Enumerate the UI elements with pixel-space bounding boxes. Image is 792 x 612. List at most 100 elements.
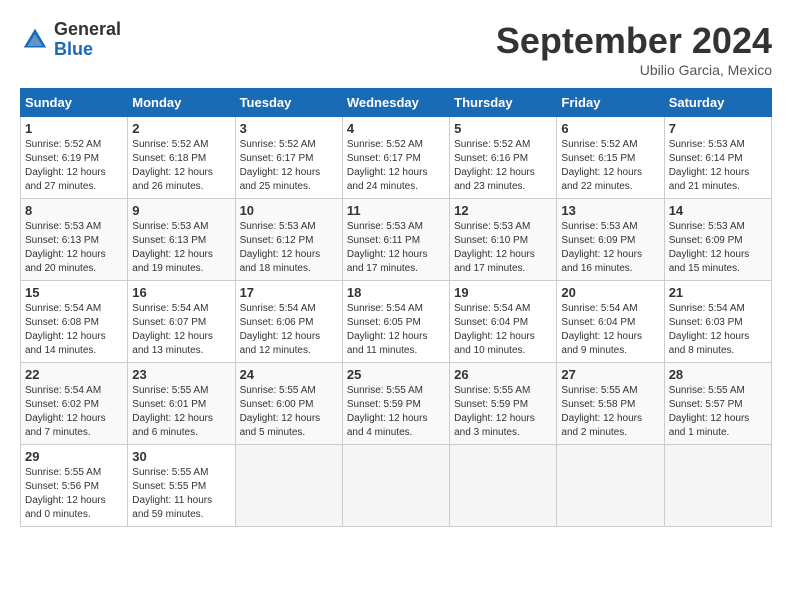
logo-blue: Blue <box>54 40 121 60</box>
cell-content: Sunrise: 5:54 AMSunset: 6:03 PMDaylight:… <box>669 303 750 356</box>
day-number: 4 <box>347 121 445 136</box>
day-number: 15 <box>25 285 123 300</box>
day-number: 25 <box>347 367 445 382</box>
day-number: 7 <box>669 121 767 136</box>
cell-content: Sunrise: 5:53 AMSunset: 6:13 PMDaylight:… <box>25 221 106 274</box>
cell-28: 28 Sunrise: 5:55 AMSunset: 5:57 PMDaylig… <box>664 363 771 445</box>
cell-empty-5 <box>664 445 771 527</box>
cell-13: 13 Sunrise: 5:53 AMSunset: 6:09 PMDaylig… <box>557 199 664 281</box>
cell-1: 1 Sunrise: 5:52 AMSunset: 6:19 PMDayligh… <box>21 117 128 199</box>
day-number: 30 <box>132 449 230 464</box>
cell-17: 17 Sunrise: 5:54 AMSunset: 6:06 PMDaylig… <box>235 281 342 363</box>
cell-7: 7 Sunrise: 5:53 AMSunset: 6:14 PMDayligh… <box>664 117 771 199</box>
cell-content: Sunrise: 5:52 AMSunset: 6:15 PMDaylight:… <box>561 139 642 192</box>
day-number: 11 <box>347 203 445 218</box>
cell-2: 2 Sunrise: 5:52 AMSunset: 6:18 PMDayligh… <box>128 117 235 199</box>
cell-content: Sunrise: 5:54 AMSunset: 6:07 PMDaylight:… <box>132 303 213 356</box>
cell-content: Sunrise: 5:52 AMSunset: 6:19 PMDaylight:… <box>25 139 106 192</box>
header-row: Sunday Monday Tuesday Wednesday Thursday… <box>21 89 772 117</box>
th-monday: Monday <box>128 89 235 117</box>
cell-empty-2 <box>342 445 449 527</box>
th-friday: Friday <box>557 89 664 117</box>
cell-12: 12 Sunrise: 5:53 AMSunset: 6:10 PMDaylig… <box>450 199 557 281</box>
cell-20: 20 Sunrise: 5:54 AMSunset: 6:04 PMDaylig… <box>557 281 664 363</box>
cell-content: Sunrise: 5:54 AMSunset: 6:04 PMDaylight:… <box>561 303 642 356</box>
logo-general: General <box>54 20 121 40</box>
day-number: 22 <box>25 367 123 382</box>
cell-content: Sunrise: 5:55 AMSunset: 5:55 PMDaylight:… <box>132 467 212 520</box>
day-number: 21 <box>669 285 767 300</box>
day-number: 13 <box>561 203 659 218</box>
cell-23: 23 Sunrise: 5:55 AMSunset: 6:01 PMDaylig… <box>128 363 235 445</box>
month-title: September 2024 <box>496 20 772 62</box>
cell-content: Sunrise: 5:55 AMSunset: 6:01 PMDaylight:… <box>132 385 213 438</box>
week-row-3: 15 Sunrise: 5:54 AMSunset: 6:08 PMDaylig… <box>21 281 772 363</box>
week-row-1: 1 Sunrise: 5:52 AMSunset: 6:19 PMDayligh… <box>21 117 772 199</box>
week-row-2: 8 Sunrise: 5:53 AMSunset: 6:13 PMDayligh… <box>21 199 772 281</box>
cell-content: Sunrise: 5:53 AMSunset: 6:14 PMDaylight:… <box>669 139 750 192</box>
th-tuesday: Tuesday <box>235 89 342 117</box>
cell-content: Sunrise: 5:54 AMSunset: 6:04 PMDaylight:… <box>454 303 535 356</box>
cell-content: Sunrise: 5:53 AMSunset: 6:11 PMDaylight:… <box>347 221 428 274</box>
cell-5: 5 Sunrise: 5:52 AMSunset: 6:16 PMDayligh… <box>450 117 557 199</box>
week-row-5: 29 Sunrise: 5:55 AMSunset: 5:56 PMDaylig… <box>21 445 772 527</box>
cell-content: Sunrise: 5:54 AMSunset: 6:08 PMDaylight:… <box>25 303 106 356</box>
cell-content: Sunrise: 5:52 AMSunset: 6:16 PMDaylight:… <box>454 139 535 192</box>
cell-empty-4 <box>557 445 664 527</box>
day-number: 23 <box>132 367 230 382</box>
cell-16: 16 Sunrise: 5:54 AMSunset: 6:07 PMDaylig… <box>128 281 235 363</box>
cell-content: Sunrise: 5:53 AMSunset: 6:12 PMDaylight:… <box>240 221 321 274</box>
day-number: 3 <box>240 121 338 136</box>
cell-4: 4 Sunrise: 5:52 AMSunset: 6:17 PMDayligh… <box>342 117 449 199</box>
day-number: 27 <box>561 367 659 382</box>
cell-22: 22 Sunrise: 5:54 AMSunset: 6:02 PMDaylig… <box>21 363 128 445</box>
cell-26: 26 Sunrise: 5:55 AMSunset: 5:59 PMDaylig… <box>450 363 557 445</box>
title-block: September 2024 Ubilio Garcia, Mexico <box>496 20 772 78</box>
th-saturday: Saturday <box>664 89 771 117</box>
day-number: 14 <box>669 203 767 218</box>
day-number: 16 <box>132 285 230 300</box>
cell-content: Sunrise: 5:52 AMSunset: 6:17 PMDaylight:… <box>240 139 321 192</box>
cell-content: Sunrise: 5:54 AMSunset: 6:06 PMDaylight:… <box>240 303 321 356</box>
day-number: 12 <box>454 203 552 218</box>
cell-content: Sunrise: 5:52 AMSunset: 6:17 PMDaylight:… <box>347 139 428 192</box>
cell-content: Sunrise: 5:53 AMSunset: 6:10 PMDaylight:… <box>454 221 535 274</box>
day-number: 19 <box>454 285 552 300</box>
day-number: 26 <box>454 367 552 382</box>
cell-11: 11 Sunrise: 5:53 AMSunset: 6:11 PMDaylig… <box>342 199 449 281</box>
cell-27: 27 Sunrise: 5:55 AMSunset: 5:58 PMDaylig… <box>557 363 664 445</box>
cell-content: Sunrise: 5:53 AMSunset: 6:13 PMDaylight:… <box>132 221 213 274</box>
page-header: General Blue September 2024 Ubilio Garci… <box>20 20 772 78</box>
day-number: 24 <box>240 367 338 382</box>
cell-25: 25 Sunrise: 5:55 AMSunset: 5:59 PMDaylig… <box>342 363 449 445</box>
week-row-4: 22 Sunrise: 5:54 AMSunset: 6:02 PMDaylig… <box>21 363 772 445</box>
th-thursday: Thursday <box>450 89 557 117</box>
day-number: 9 <box>132 203 230 218</box>
day-number: 29 <box>25 449 123 464</box>
calendar-table: Sunday Monday Tuesday Wednesday Thursday… <box>20 88 772 527</box>
day-number: 2 <box>132 121 230 136</box>
cell-9: 9 Sunrise: 5:53 AMSunset: 6:13 PMDayligh… <box>128 199 235 281</box>
cell-content: Sunrise: 5:55 AMSunset: 5:58 PMDaylight:… <box>561 385 642 438</box>
cell-19: 19 Sunrise: 5:54 AMSunset: 6:04 PMDaylig… <box>450 281 557 363</box>
cell-24: 24 Sunrise: 5:55 AMSunset: 6:00 PMDaylig… <box>235 363 342 445</box>
day-number: 28 <box>669 367 767 382</box>
day-number: 18 <box>347 285 445 300</box>
day-number: 1 <box>25 121 123 136</box>
cell-content: Sunrise: 5:52 AMSunset: 6:18 PMDaylight:… <box>132 139 213 192</box>
cell-empty-3 <box>450 445 557 527</box>
cell-8: 8 Sunrise: 5:53 AMSunset: 6:13 PMDayligh… <box>21 199 128 281</box>
day-number: 20 <box>561 285 659 300</box>
cell-3: 3 Sunrise: 5:52 AMSunset: 6:17 PMDayligh… <box>235 117 342 199</box>
cell-content: Sunrise: 5:55 AMSunset: 6:00 PMDaylight:… <box>240 385 321 438</box>
cell-content: Sunrise: 5:55 AMSunset: 5:59 PMDaylight:… <box>347 385 428 438</box>
th-wednesday: Wednesday <box>342 89 449 117</box>
day-number: 17 <box>240 285 338 300</box>
cell-14: 14 Sunrise: 5:53 AMSunset: 6:09 PMDaylig… <box>664 199 771 281</box>
cell-15: 15 Sunrise: 5:54 AMSunset: 6:08 PMDaylig… <box>21 281 128 363</box>
location: Ubilio Garcia, Mexico <box>496 62 772 78</box>
cell-21: 21 Sunrise: 5:54 AMSunset: 6:03 PMDaylig… <box>664 281 771 363</box>
cell-content: Sunrise: 5:53 AMSunset: 6:09 PMDaylight:… <box>561 221 642 274</box>
day-number: 5 <box>454 121 552 136</box>
cell-10: 10 Sunrise: 5:53 AMSunset: 6:12 PMDaylig… <box>235 199 342 281</box>
